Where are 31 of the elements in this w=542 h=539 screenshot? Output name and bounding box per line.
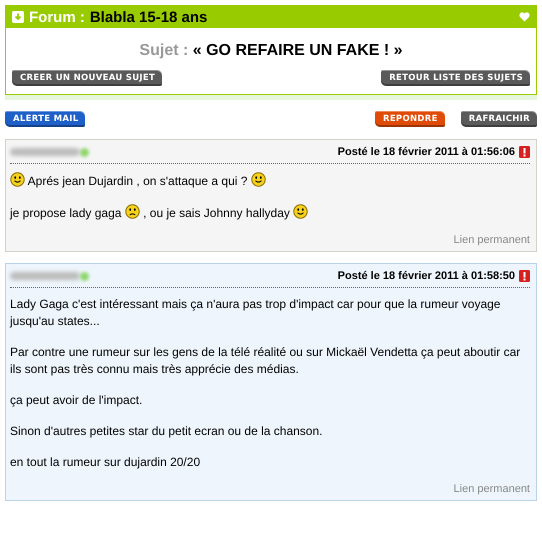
alert-icon[interactable]	[519, 146, 530, 158]
smiley-icon	[250, 172, 266, 187]
post-text: , ou je sais Johnny hallyday	[143, 206, 290, 220]
blurred-username[interactable]	[10, 148, 89, 156]
forum-button[interactable]: REPONDRE	[374, 111, 445, 127]
smiley-icon	[293, 204, 308, 219]
post-date: Posté le 18 février 2011 à 01:58:50	[338, 270, 515, 282]
topic-title: « GO REFAIRE UN FAKE ! »	[192, 42, 403, 59]
post-text: Sinon d'autres petites star du petit ecran ou de la chanson.	[10, 424, 322, 438]
forum-button[interactable]: ALERTE MAIL	[5, 111, 86, 127]
forum-button[interactable]: CREER UN NOUVEAU SUJET	[12, 70, 162, 86]
forum-label: Forum :	[29, 8, 85, 26]
download-icon[interactable]	[12, 11, 24, 23]
permalink[interactable]: Lien permanent	[454, 483, 530, 495]
post-text: en tout la rumeur sur dujardin 20/20	[10, 455, 200, 469]
topic-label: Sujet :	[139, 42, 188, 59]
post-text: Lady Gaga c'est intéressant mais ça n'aura pas trop d'impact car pour que la rumeur voyage jusqu'au states...	[10, 297, 500, 328]
smiley-icon	[10, 172, 25, 187]
alert-icon[interactable]	[519, 270, 530, 282]
permalink[interactable]: Lien permanent	[454, 234, 530, 246]
post-date: Posté le 18 février 2011 à 01:56:06	[338, 146, 515, 158]
blurred-username[interactable]	[10, 272, 89, 280]
post-text: je propose lady gaga	[10, 206, 122, 220]
forum-button[interactable]: RAFRAICHIR	[460, 111, 537, 127]
post-text: ça peut avoir de l'impact.	[10, 393, 142, 407]
forum-button[interactable]: RETOUR LISTE DES SUJETS	[381, 70, 530, 86]
post-text: Aprés jean Dujardin , on s'attaque a qui ?	[28, 174, 248, 188]
post-text: Par contre une rumeur sur les gens de la télé réalité ou sur Mickaël Vendetta ça peut aboutir car ils sont pas très connu mais très apprécie des médias.	[10, 345, 520, 376]
forum-name: Blabla 15-18 ans	[90, 8, 208, 26]
frowning-face-icon	[124, 204, 140, 219]
heart-icon[interactable]	[519, 12, 530, 22]
